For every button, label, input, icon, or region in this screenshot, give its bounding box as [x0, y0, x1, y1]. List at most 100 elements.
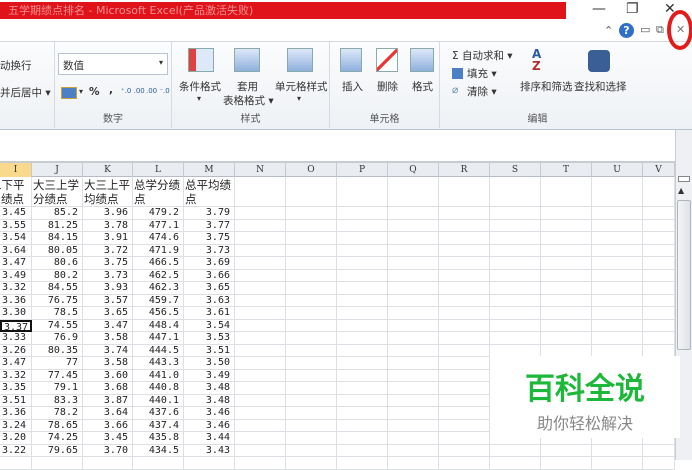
format-button[interactable]: 格式 [412, 79, 433, 94]
data-cell[interactable]: 78.5 [32, 307, 83, 320]
empty-cell[interactable] [541, 282, 592, 295]
empty-cell[interactable] [337, 307, 388, 320]
empty-cell[interactable] [592, 294, 643, 307]
empty-cell[interactable] [337, 244, 388, 257]
data-cell[interactable]: 3.55 [0, 219, 32, 232]
empty-cell[interactable] [286, 257, 337, 270]
empty-cell[interactable] [235, 294, 286, 307]
column-header-P[interactable]: P [337, 163, 388, 177]
empty-cell[interactable] [337, 394, 388, 407]
empty-cell[interactable] [643, 207, 675, 220]
column-header-T[interactable]: T [541, 163, 592, 177]
empty-cell[interactable] [643, 244, 675, 257]
data-cell[interactable]: 3.20 [0, 432, 32, 445]
empty-cell[interactable] [337, 232, 388, 245]
empty-cell[interactable] [643, 294, 675, 307]
empty-cell[interactable] [235, 257, 286, 270]
data-cell[interactable]: 76.9 [32, 332, 83, 345]
empty-cell[interactable] [235, 332, 286, 345]
empty-cell[interactable] [388, 319, 439, 332]
data-cell[interactable]: 3.32 [0, 282, 32, 295]
wrap-text-button[interactable]: 动换行 [0, 58, 32, 73]
data-cell[interactable]: 84.55 [32, 282, 83, 295]
column-header-S[interactable]: S [490, 163, 541, 177]
data-cell[interactable]: 3.96 [83, 207, 133, 220]
data-cell[interactable]: 444.5 [133, 344, 184, 357]
empty-cell[interactable] [235, 232, 286, 245]
autosum-button[interactable]: Σ 自动求和 ▾ [452, 48, 513, 63]
header-cell[interactable]: 总平均绩点 [184, 177, 235, 207]
empty-cell[interactable] [32, 457, 83, 470]
scroll-up-icon[interactable]: ▲ [678, 186, 684, 195]
data-cell[interactable]: 3.24 [0, 419, 32, 432]
data-cell[interactable]: 85.2 [32, 207, 83, 220]
header-cell[interactable] [388, 177, 439, 207]
empty-cell[interactable] [286, 457, 337, 470]
empty-cell[interactable] [235, 432, 286, 445]
workbook-restore-button[interactable]: ⧉ [656, 23, 664, 37]
column-header-M[interactable]: M [184, 163, 235, 177]
empty-cell[interactable] [337, 332, 388, 345]
empty-cell[interactable] [235, 419, 286, 432]
data-cell[interactable]: 3.51 [0, 394, 32, 407]
empty-cell[interactable] [388, 232, 439, 245]
data-cell[interactable]: 3.58 [83, 332, 133, 345]
empty-cell[interactable] [439, 344, 490, 357]
column-header-I[interactable]: I [0, 163, 32, 177]
empty-cell[interactable] [388, 419, 439, 432]
data-cell[interactable]: 83.3 [32, 394, 83, 407]
empty-cell[interactable] [235, 457, 286, 470]
data-cell[interactable]: 74.55 [32, 319, 83, 332]
data-cell[interactable]: 435.8 [133, 432, 184, 445]
data-cell[interactable]: 3.26 [0, 344, 32, 357]
data-cell[interactable]: 474.6 [133, 232, 184, 245]
empty-cell[interactable] [286, 269, 337, 282]
empty-cell[interactable] [439, 219, 490, 232]
data-cell[interactable]: 448.4 [133, 319, 184, 332]
empty-cell[interactable] [83, 457, 133, 470]
selected-cell[interactable]: 3.37 [0, 319, 32, 332]
empty-cell[interactable] [541, 444, 592, 457]
data-cell[interactable]: 3.44 [184, 432, 235, 445]
empty-cell[interactable] [388, 357, 439, 370]
empty-cell[interactable] [337, 432, 388, 445]
empty-cell[interactable] [541, 219, 592, 232]
data-cell[interactable]: 3.49 [0, 269, 32, 282]
empty-cell[interactable] [541, 269, 592, 282]
empty-cell[interactable] [643, 257, 675, 270]
empty-cell[interactable] [643, 457, 675, 470]
data-cell[interactable]: 74.25 [32, 432, 83, 445]
empty-cell[interactable] [439, 432, 490, 445]
data-cell[interactable]: 3.47 [0, 257, 32, 270]
conditional-format-button[interactable]: 条件格式 [179, 79, 221, 94]
empty-cell[interactable] [133, 457, 184, 470]
data-cell[interactable]: 3.73 [184, 244, 235, 257]
empty-cell[interactable] [490, 244, 541, 257]
empty-cell[interactable] [235, 219, 286, 232]
header-cell[interactable]: 二下平绩点 [0, 177, 32, 207]
empty-cell[interactable] [439, 319, 490, 332]
data-cell[interactable]: 3.47 [0, 357, 32, 370]
empty-cell[interactable] [286, 394, 337, 407]
insert-button[interactable]: 插入 [342, 79, 363, 94]
empty-cell[interactable] [388, 444, 439, 457]
empty-cell[interactable] [541, 244, 592, 257]
empty-cell[interactable] [439, 394, 490, 407]
data-cell[interactable]: 3.78 [83, 219, 133, 232]
header-cell[interactable] [490, 177, 541, 207]
empty-cell[interactable] [337, 282, 388, 295]
empty-cell[interactable] [592, 269, 643, 282]
empty-cell[interactable] [592, 332, 643, 345]
empty-cell[interactable] [388, 219, 439, 232]
data-cell[interactable]: 3.75 [184, 232, 235, 245]
empty-cell[interactable] [337, 207, 388, 220]
empty-cell[interactable] [439, 407, 490, 420]
empty-cell[interactable] [337, 319, 388, 332]
empty-cell[interactable] [592, 207, 643, 220]
empty-cell[interactable] [337, 444, 388, 457]
empty-cell[interactable] [388, 394, 439, 407]
data-cell[interactable]: 3.91 [83, 232, 133, 245]
data-cell[interactable]: 3.45 [83, 432, 133, 445]
empty-cell[interactable] [286, 332, 337, 345]
empty-cell[interactable] [439, 282, 490, 295]
